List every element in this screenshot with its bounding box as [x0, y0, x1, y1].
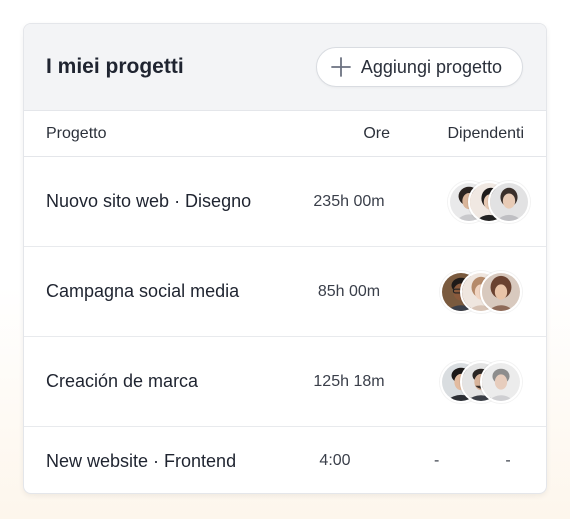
- add-project-label: Aggiungi progetto: [360, 56, 502, 77]
- project-name: Nuovo sito web · Disegno: [46, 191, 252, 211]
- employee-placeholder: - -: [390, 452, 546, 470]
- card-header: I miei progetti Aggiungi progetto: [24, 24, 546, 111]
- avatar[interactable]: [480, 360, 522, 403]
- table-row[interactable]: Nuovo sito web · Disegno 235h 00m: [24, 157, 546, 247]
- project-hours: 235h 00m: [313, 192, 385, 210]
- table-header: Progetto Ore Dipendenti: [24, 111, 546, 157]
- empty-value: -: [505, 452, 511, 469]
- project-hours: 4:00: [319, 452, 351, 469]
- project-hours: 85h 00m: [317, 282, 381, 300]
- project-name: Campagna social media: [46, 281, 240, 301]
- page-title: I miei progetti: [46, 55, 184, 78]
- employee-avatars: [404, 360, 546, 403]
- table-row[interactable]: Creación de marca 125h 18m: [24, 337, 546, 427]
- table-row[interactable]: Campagna social media 85h 00m: [24, 247, 546, 337]
- projects-card: I miei progetti Aggiungi progetto Proget…: [23, 23, 547, 494]
- avatar[interactable]: [480, 270, 522, 313]
- empty-value: -: [434, 452, 440, 469]
- column-header-employees: Dipendenti: [447, 124, 525, 142]
- column-header-hours: Ore: [363, 124, 390, 142]
- plus-icon: [330, 57, 351, 77]
- avatar[interactable]: [488, 180, 530, 223]
- project-name: Creación de marca: [46, 371, 199, 391]
- project-hours: 125h 18m: [313, 372, 385, 390]
- project-name: New website · Frontend: [46, 450, 237, 471]
- table-row[interactable]: New website · Frontend 4:00 - -: [24, 427, 546, 493]
- column-header-project: Progetto: [46, 124, 107, 142]
- add-project-button[interactable]: Aggiungi progetto: [315, 47, 523, 87]
- employee-avatars: [404, 180, 546, 223]
- employee-avatars: [404, 270, 546, 313]
